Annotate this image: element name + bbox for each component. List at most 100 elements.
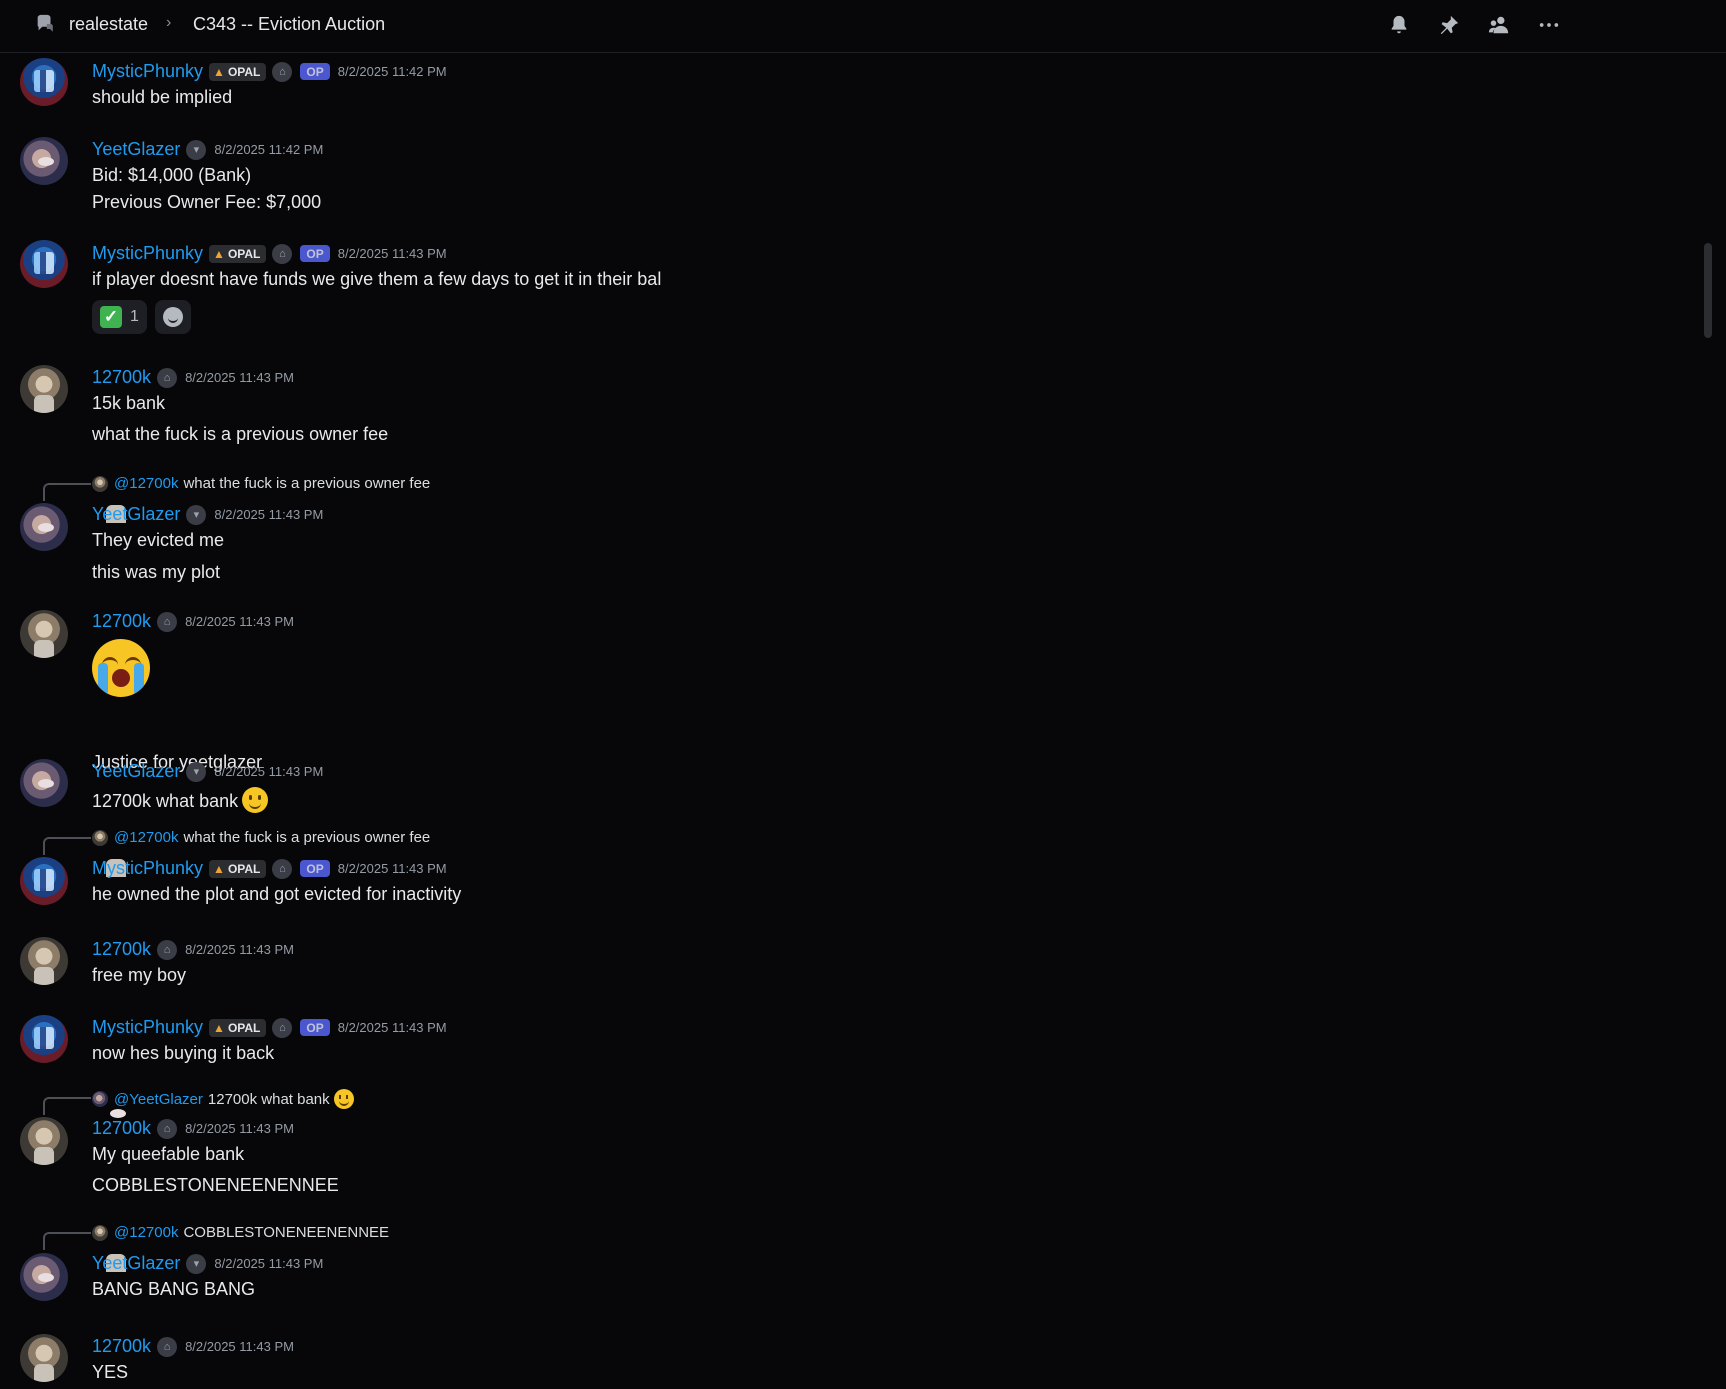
reply-text[interactable]: what the fuck is a previous owner fee: [183, 829, 430, 846]
message-text: YES: [92, 1362, 129, 1382]
username[interactable]: YeetGlazer: [92, 504, 180, 525]
avatar[interactable]: [20, 1015, 68, 1063]
chevron-badge-icon[interactable]: ▾: [186, 504, 207, 525]
pin-icon[interactable]: [1436, 12, 1462, 38]
avatar[interactable]: [20, 58, 68, 106]
profile-badge-icon[interactable]: ⌂: [157, 939, 178, 960]
chevron-badge-icon[interactable]: ▾: [186, 139, 207, 160]
message-header: 12700k ⌂ 8/2/2025 11:43 PM: [92, 1336, 294, 1357]
profile-badge-icon[interactable]: ⌂: [272, 1017, 293, 1038]
timestamp: 8/2/2025 11:43 PM: [337, 1020, 447, 1035]
flame-icon: ▲: [213, 246, 225, 261]
reaction-count: 1: [130, 308, 139, 325]
scrollbar-thumb[interactable]: [1704, 243, 1712, 338]
message-text-content: 12700k what bank: [92, 791, 239, 811]
message-text: he owned the plot and got evicted for in…: [92, 884, 462, 904]
guild-tag[interactable]: ▲ OPAL: [209, 244, 267, 263]
guild-tag[interactable]: ▲ OPAL: [209, 859, 267, 878]
reply-text[interactable]: COBBLESTONENEENENNEE: [183, 1224, 389, 1241]
profile-badge-icon[interactable]: ⌂: [157, 1336, 178, 1357]
avatar[interactable]: [20, 1117, 68, 1165]
reply-text[interactable]: what the fuck is a previous owner fee: [183, 475, 430, 492]
avatar[interactable]: [20, 857, 68, 905]
username[interactable]: YeetGlazer: [92, 139, 180, 160]
reply-preview[interactable]: @YeetGlazer 12700k what bank: [92, 1089, 354, 1109]
chevron-badge-icon[interactable]: ▾: [186, 761, 207, 782]
avatar[interactable]: [20, 610, 68, 658]
flame-icon: ▲: [213, 861, 225, 876]
avatar[interactable]: [20, 1253, 68, 1301]
message-list: MysticPhunky ▲ OPAL ⌂ OP 8/2/2025 11:42 P…: [0, 53, 1700, 1389]
profile-badge-icon[interactable]: ⌂: [272, 243, 293, 264]
message-text: 12700k what bank: [92, 787, 269, 813]
avatar[interactable]: [20, 240, 68, 288]
message-header: MysticPhunky ▲ OPAL ⌂ OP 8/2/2025 11:43 P…: [92, 243, 447, 264]
reply-preview[interactable]: @12700k what the fuck is a previous owne…: [92, 829, 430, 846]
username[interactable]: 12700k: [92, 367, 151, 388]
thread-icon: [37, 14, 53, 32]
more-icon[interactable]: [1536, 12, 1562, 38]
reply-spine: [43, 1232, 91, 1250]
op-badge: OP: [300, 245, 330, 262]
reply-spine: [43, 483, 91, 501]
flame-icon: ▲: [213, 64, 225, 79]
username[interactable]: MysticPhunky: [92, 1017, 203, 1038]
add-reaction-button[interactable]: [154, 300, 191, 334]
timestamp: 8/2/2025 11:43 PM: [185, 614, 294, 629]
reply-mention[interactable]: @12700k: [114, 1224, 178, 1241]
guild-tag[interactable]: ▲ OPAL: [209, 62, 267, 81]
op-badge: OP: [300, 63, 330, 80]
reply-preview[interactable]: @12700k what the fuck is a previous owne…: [92, 475, 430, 492]
guild-tag-label: OPAL: [227, 246, 261, 261]
message-text: now hes buying it back: [92, 1043, 275, 1063]
bell-icon[interactable]: [1386, 12, 1412, 38]
guild-tag[interactable]: ▲ OPAL: [209, 1018, 267, 1037]
breadcrumb-chevron-icon: ›: [166, 14, 172, 31]
chevron-badge-icon[interactable]: ▾: [186, 1253, 207, 1274]
avatar[interactable]: [20, 759, 68, 807]
profile-badge-icon[interactable]: ⌂: [272, 858, 293, 879]
username[interactable]: 12700k: [92, 939, 151, 960]
op-badge: OP: [300, 1019, 330, 1036]
reply-mention[interactable]: @YeetGlazer: [114, 1091, 203, 1108]
breadcrumb-server[interactable]: realestate: [69, 14, 148, 35]
profile-badge-icon[interactable]: ⌂: [157, 367, 178, 388]
message-text: if player doesnt have funds we give them…: [92, 269, 662, 289]
reply-text[interactable]: 12700k what bank: [208, 1091, 330, 1108]
username[interactable]: YeetGlazer: [92, 1253, 180, 1274]
message-text: free my boy: [92, 965, 187, 985]
username[interactable]: MysticPhunky: [92, 858, 203, 879]
timestamp: 8/2/2025 11:43 PM: [185, 1121, 294, 1136]
message-text: this was my plot: [92, 562, 221, 582]
profile-badge-icon[interactable]: ⌂: [157, 1118, 178, 1139]
avatar[interactable]: [20, 937, 68, 985]
message-header: MysticPhunky ▲ OPAL ⌂ OP 8/2/2025 11:43 P…: [92, 1017, 447, 1038]
username[interactable]: MysticPhunky: [92, 243, 203, 264]
username[interactable]: 12700k: [92, 611, 151, 632]
profile-badge-icon[interactable]: ⌂: [272, 61, 293, 82]
username[interactable]: YeetGlazer: [92, 761, 180, 782]
message-header: 12700k ⌂ 8/2/2025 11:43 PM: [92, 1118, 294, 1139]
reply-mention[interactable]: @12700k: [114, 475, 178, 492]
reply-spine: [43, 837, 91, 855]
avatar[interactable]: [20, 503, 68, 551]
reply-mention[interactable]: @12700k: [114, 829, 178, 846]
message-text: 15k bank: [92, 393, 166, 413]
avatar[interactable]: [20, 137, 68, 185]
op-badge: OP: [300, 860, 330, 877]
reply-avatar: [92, 829, 108, 846]
flame-icon: ▲: [213, 1020, 225, 1035]
reaction-check[interactable]: ✓ 1: [92, 300, 147, 334]
username[interactable]: 12700k: [92, 1336, 151, 1357]
avatar[interactable]: [20, 1334, 68, 1382]
avatar[interactable]: [20, 365, 68, 413]
message-text: My queefable bank: [92, 1144, 245, 1164]
profile-badge-icon[interactable]: ⌂: [157, 611, 178, 632]
reply-preview[interactable]: @12700k COBBLESTONENEENENNEE: [92, 1224, 389, 1241]
message-text: Previous Owner Fee: $7,000: [92, 192, 322, 212]
message-header: YeetGlazer ▾ 8/2/2025 11:43 PM: [92, 504, 323, 525]
sob-emoji-icon: [92, 639, 150, 697]
username[interactable]: 12700k: [92, 1118, 151, 1139]
username[interactable]: MysticPhunky: [92, 61, 203, 82]
members-icon[interactable]: [1486, 12, 1512, 38]
